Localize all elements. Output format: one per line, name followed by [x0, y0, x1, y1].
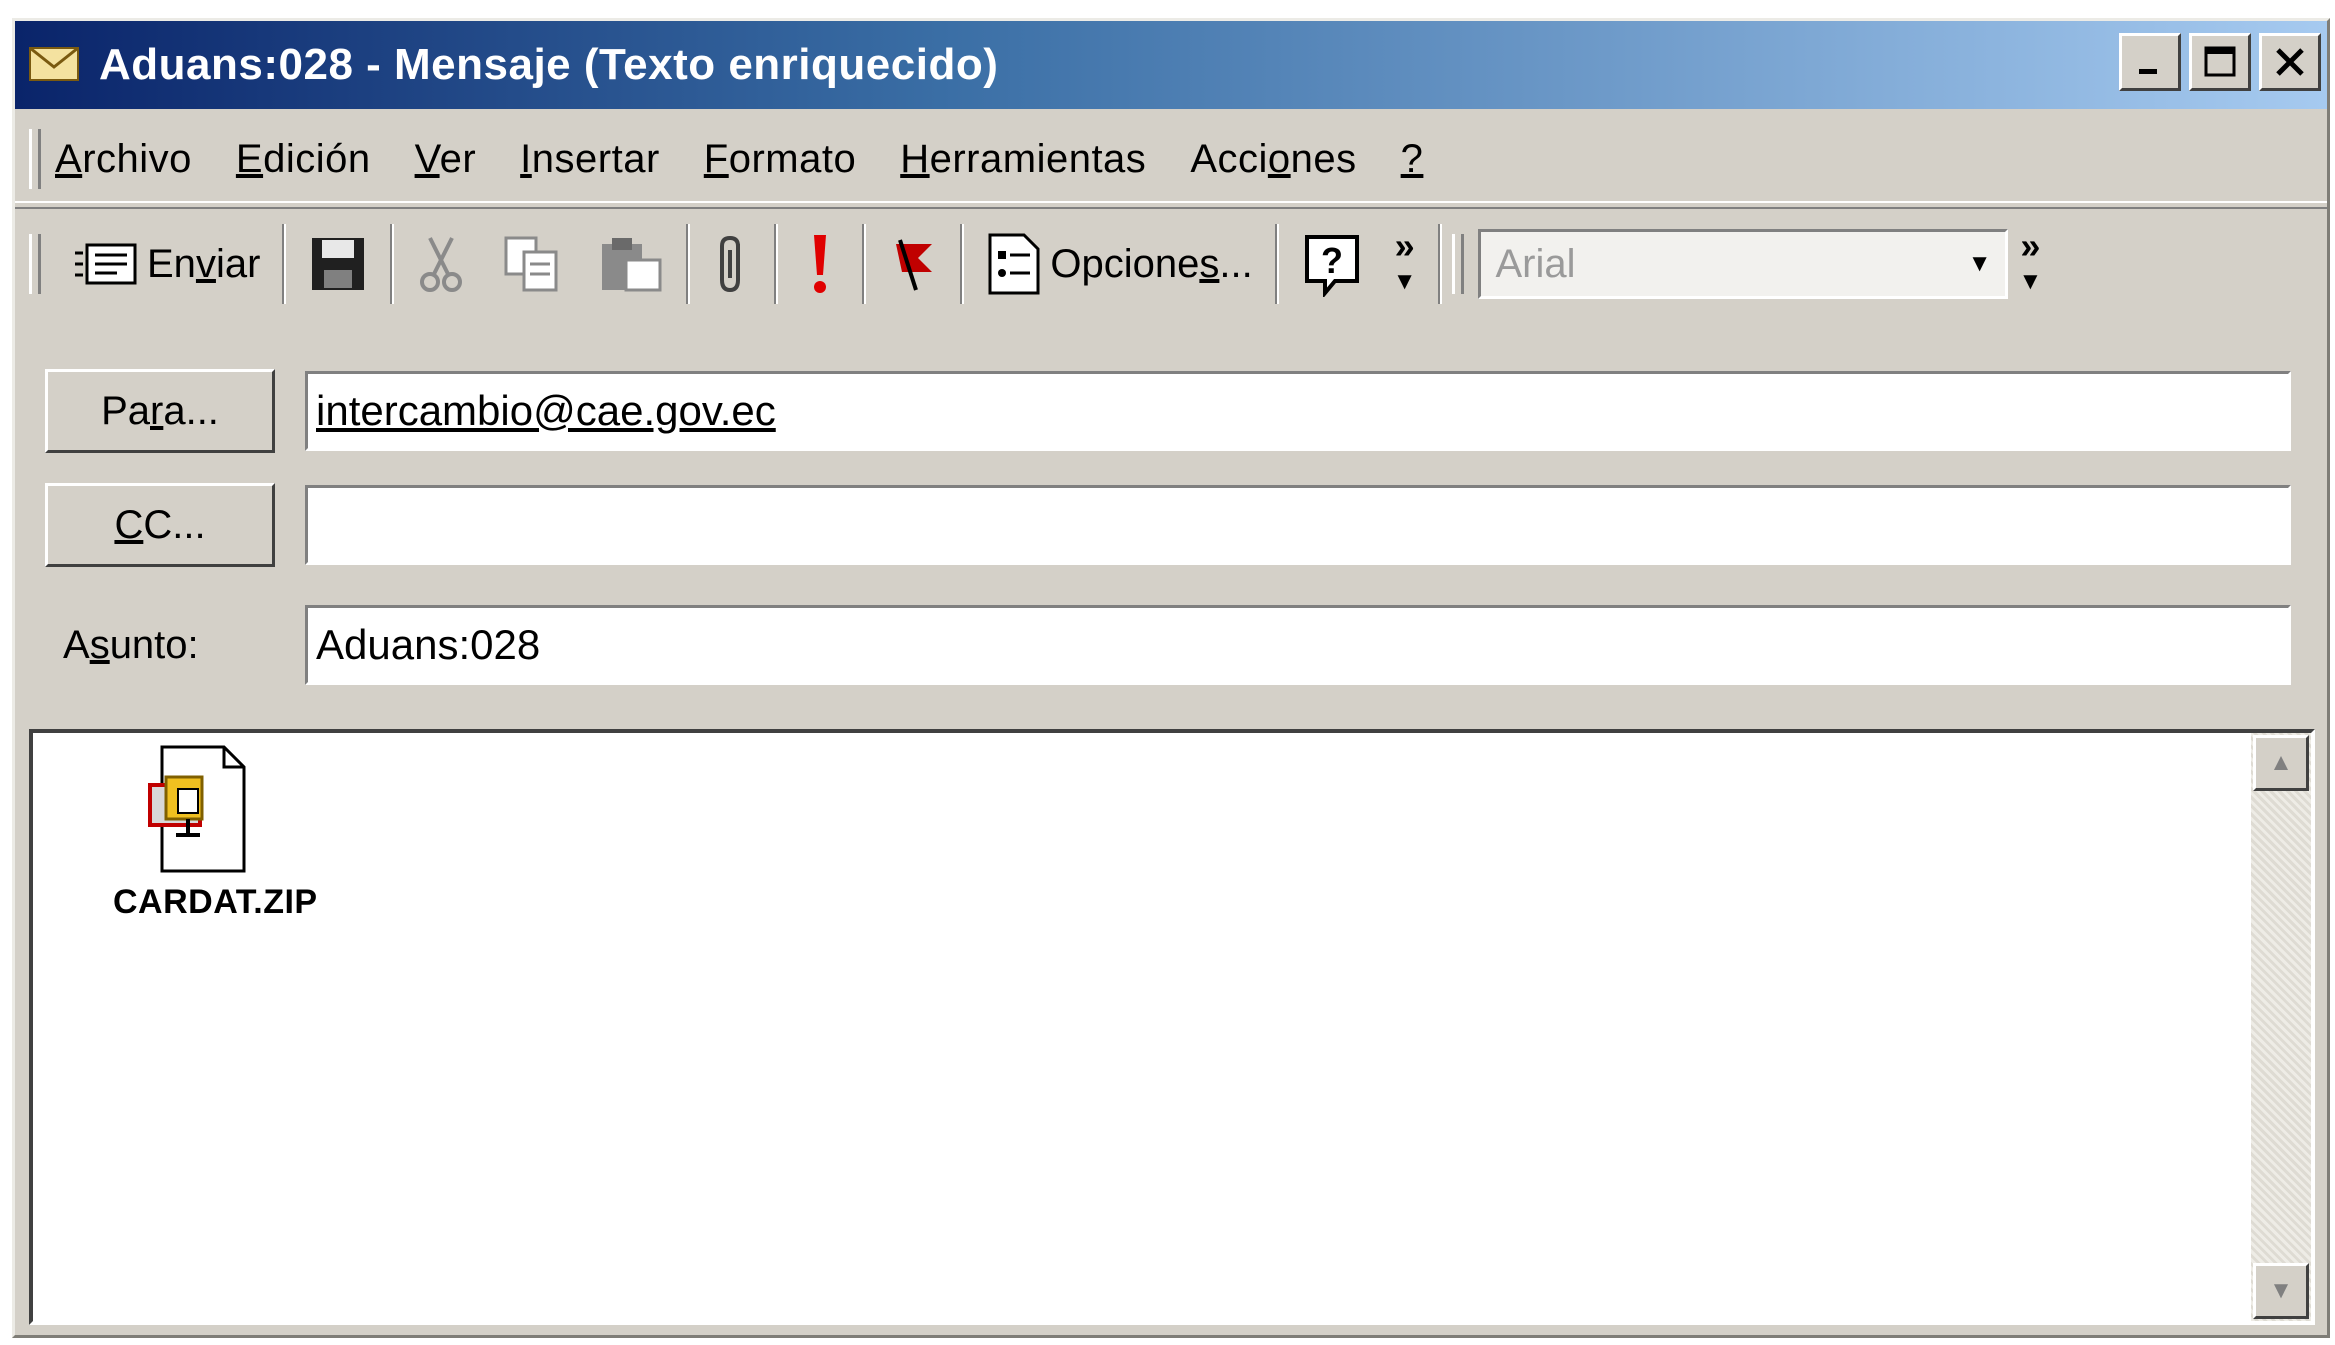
- help-icon: ?: [1304, 235, 1359, 297]
- minimize-button[interactable]: [2119, 33, 2181, 91]
- maximize-button[interactable]: [2189, 33, 2251, 91]
- arrow-up-icon: ▲: [2269, 749, 2293, 776]
- cut-icon: [420, 237, 463, 292]
- format-toolbar-grip[interactable]: [1452, 234, 1465, 294]
- flag-button[interactable]: [870, 219, 956, 309]
- subject-field[interactable]: Aduans:028: [305, 605, 2291, 685]
- options-icon: [988, 233, 1040, 295]
- paste-icon: [602, 238, 662, 292]
- importance-high-button[interactable]: [782, 219, 858, 309]
- svg-text:?: ?: [1321, 240, 1343, 281]
- subject-label: Asunto:: [63, 622, 199, 667]
- menu-insertar[interactable]: Insertar: [520, 137, 660, 182]
- cc-button[interactable]: C C...: [45, 483, 275, 567]
- menu-edicion[interactable]: Edición: [236, 137, 371, 182]
- close-icon: [2276, 48, 2304, 76]
- send-icon: [75, 243, 137, 285]
- save-icon: [312, 238, 365, 290]
- to-recipient[interactable]: intercambio@cae.gov.ec: [316, 387, 776, 435]
- format-overflow-button[interactable]: » ▼: [2008, 219, 2052, 309]
- menu-acciones[interactable]: Acciones: [1190, 137, 1356, 182]
- toolbar-overflow-button[interactable]: » ▼: [1381, 219, 1429, 309]
- window-title: Aduans:028 - Mensaje (Texto enriquecido): [99, 40, 999, 89]
- options-button[interactable]: Opciones...: [968, 219, 1270, 309]
- cc-field[interactable]: [305, 485, 2291, 565]
- arrow-down-icon: ▼: [2269, 1277, 2293, 1304]
- attachment-item[interactable]: CARDAT.ZIP: [113, 743, 318, 922]
- menu-help[interactable]: ?: [1401, 137, 1424, 182]
- scroll-down-button[interactable]: ▼: [2253, 1263, 2309, 1319]
- message-body[interactable]: CARDAT.ZIP ▲ ▼: [29, 729, 2315, 1325]
- vertical-scrollbar[interactable]: ▲ ▼: [2251, 733, 2311, 1321]
- chevron-down-icon: ▼: [1967, 250, 1992, 277]
- subject-value: Aduans:028: [316, 621, 541, 668]
- font-name-dropdown[interactable]: Arial ▼: [1478, 229, 2009, 299]
- zip-file-icon: [148, 743, 248, 875]
- to-row: Pa r a... intercambio@cae.gov.ec: [15, 367, 2327, 455]
- attach-icon: [720, 235, 741, 293]
- menu-bar: Archivo Edición Ver Insertar Formato Her…: [15, 117, 2327, 203]
- toolbar-grip[interactable]: [29, 234, 41, 294]
- save-button[interactable]: [290, 219, 386, 309]
- attach-button[interactable]: [694, 219, 770, 309]
- attachment-name: CARDAT.ZIP: [113, 883, 318, 921]
- send-button[interactable]: Enviar: [55, 219, 278, 309]
- scroll-up-button[interactable]: ▲: [2253, 735, 2309, 791]
- to-button[interactable]: Pa r a...: [45, 369, 275, 453]
- to-field[interactable]: intercambio@cae.gov.ec: [305, 371, 2291, 451]
- menu-ver[interactable]: Ver: [415, 137, 477, 182]
- title-bar[interactable]: Aduans:028 - Mensaje (Texto enriquecido): [15, 21, 2327, 109]
- copy-button[interactable]: [484, 219, 580, 309]
- copy-icon: [504, 236, 558, 292]
- envelope-icon: [29, 45, 83, 85]
- subject-row: Asunto: Aduans:028: [15, 601, 2327, 689]
- maximize-icon: [2204, 46, 2236, 77]
- close-button[interactable]: [2259, 33, 2321, 91]
- menu-archivo[interactable]: Archivo: [55, 137, 192, 182]
- help-button[interactable]: ?: [1283, 219, 1381, 309]
- menu-herramientas[interactable]: Herramientas: [900, 137, 1146, 182]
- cc-row: C C...: [15, 481, 2327, 569]
- font-name-value: Arial: [1495, 241, 1576, 286]
- paste-button[interactable]: [580, 219, 682, 309]
- message-window: Aduans:028 - Mensaje (Texto enriquecido)…: [12, 18, 2330, 1338]
- standard-toolbar: Enviar Opciones... ? » ▼ Arial ▼ » ▼: [15, 207, 2327, 319]
- menu-grip[interactable]: [29, 129, 41, 189]
- flag-icon: [896, 239, 933, 291]
- importance-icon: [814, 235, 827, 293]
- cut-button[interactable]: [398, 219, 484, 309]
- minimize-icon: [2139, 69, 2157, 74]
- menu-formato[interactable]: Formato: [704, 137, 856, 182]
